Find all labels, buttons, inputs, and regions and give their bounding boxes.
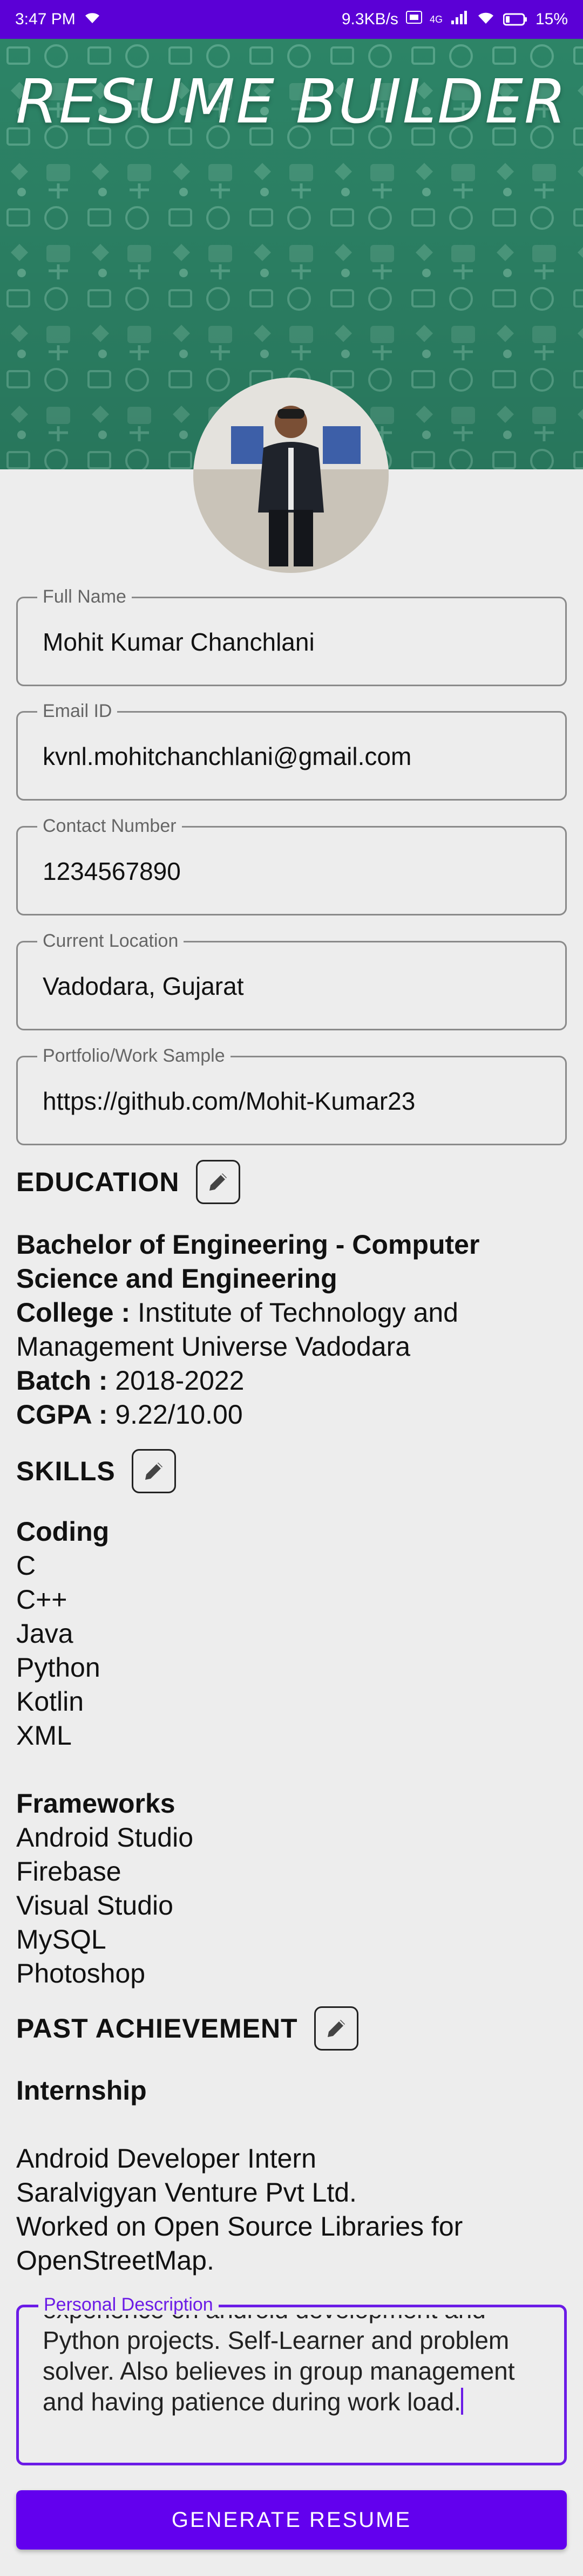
full-name-label: Full Name bbox=[37, 586, 132, 607]
framework-skill: Firebase bbox=[16, 1856, 121, 1887]
achievement-header: PAST ACHIEVEMENT bbox=[16, 2006, 358, 2051]
coding-skill: XML bbox=[16, 1720, 72, 1751]
coding-skill: Python bbox=[16, 1652, 100, 1683]
coding-title: Coding bbox=[16, 1516, 110, 1547]
generate-resume-button[interactable]: GENERATE RESUME bbox=[16, 2490, 567, 2550]
profile-avatar[interactable] bbox=[193, 378, 389, 573]
edit-education-button[interactable] bbox=[195, 1160, 240, 1204]
achievement-line: Worked on Open Source Libraries for Open… bbox=[16, 2211, 463, 2276]
portfolio-input[interactable]: https://github.com/Mohit-Kumar23 bbox=[43, 1087, 415, 1116]
location-input[interactable]: Vadodara, Gujarat bbox=[43, 972, 244, 1001]
portfolio-label: Portfolio/Work Sample bbox=[37, 1046, 231, 1067]
full-name-input[interactable]: Mohit Kumar Chanchlani bbox=[43, 627, 315, 657]
location-label: Current Location bbox=[37, 931, 184, 952]
education-title: EDUCATION bbox=[16, 1167, 180, 1197]
achievement-category: Internship bbox=[16, 2075, 147, 2106]
framework-skill: Photoshop bbox=[16, 1958, 146, 1989]
location-field[interactable]: Current Location Vadodara, Gujarat bbox=[16, 931, 567, 1030]
description-line: Python projects. Self-Learner and proble… bbox=[43, 2326, 510, 2354]
coding-skill: C bbox=[16, 1550, 36, 1581]
cgpa-label: CGPA : bbox=[16, 1399, 108, 1430]
batch-label: Batch : bbox=[16, 1365, 108, 1396]
coding-skill: C++ bbox=[16, 1584, 67, 1615]
education-degree: Bachelor of Engineering - Computer Scien… bbox=[16, 1229, 480, 1294]
contact-input[interactable]: 1234567890 bbox=[43, 857, 181, 886]
skills-details: Coding C C++ Java Python Kotlin XML Fram… bbox=[16, 1515, 567, 1991]
email-field[interactable]: Email ID kvnl.mohitchanchlani@gmail.com bbox=[16, 701, 567, 801]
wifi-icon bbox=[83, 10, 101, 29]
edit-skills-button[interactable] bbox=[131, 1449, 176, 1493]
achievement-title: PAST ACHIEVEMENT bbox=[16, 2013, 298, 2044]
volte-icon bbox=[405, 10, 422, 29]
achievement-line: Saralvigyan Venture Pvt Ltd. bbox=[16, 2177, 357, 2208]
portfolio-field[interactable]: Portfolio/Work Sample https://github.com… bbox=[16, 1046, 567, 1145]
achievement-line: Android Developer Intern bbox=[16, 2143, 316, 2174]
skills-title: SKILLS bbox=[16, 1456, 116, 1486]
batch-value: 2018-2022 bbox=[115, 1365, 245, 1396]
description-line: and having patience during work load. bbox=[43, 2388, 461, 2416]
personal-description-text: experience on android development and Py… bbox=[43, 2315, 545, 2417]
wifi-icon bbox=[476, 10, 496, 29]
battery-percent: 15% bbox=[535, 10, 568, 28]
skills-spacer bbox=[16, 1753, 567, 1787]
pencil-icon bbox=[209, 1173, 227, 1191]
full-name-field[interactable]: Full Name Mohit Kumar Chanchlani bbox=[16, 586, 567, 686]
description-line: experience on android development and bbox=[43, 2315, 545, 2325]
education-college: College : Institute of Technology and Ma… bbox=[16, 1296, 567, 1364]
personal-description-label: Personal Description bbox=[38, 2294, 219, 2315]
coding-skill: Java bbox=[16, 1618, 73, 1649]
cgpa-value: 9.22/10.00 bbox=[115, 1399, 243, 1430]
education-batch: Batch : 2018-2022 bbox=[16, 1364, 567, 1398]
status-left: 3:47 PM bbox=[15, 10, 101, 29]
description-line: solver. Also believes in group managemen… bbox=[43, 2357, 515, 2385]
pencil-icon bbox=[327, 2020, 345, 2037]
pencil-icon bbox=[145, 1463, 162, 1480]
framework-skill: Android Studio bbox=[16, 1822, 194, 1853]
text-cursor bbox=[460, 2388, 463, 2415]
education-header: EDUCATION bbox=[16, 1160, 240, 1204]
edit-achievement-button[interactable] bbox=[314, 2006, 358, 2051]
education-details: Bachelor of Engineering - Computer Scien… bbox=[16, 1228, 567, 1432]
email-input[interactable]: kvnl.mohitchanchlani@gmail.com bbox=[43, 742, 411, 771]
skills-header: SKILLS bbox=[16, 1449, 176, 1493]
network-type: 4G bbox=[429, 13, 443, 25]
email-label: Email ID bbox=[37, 701, 118, 722]
personal-description-field[interactable]: Personal Description experience on andro… bbox=[16, 2294, 567, 2465]
signal-icon bbox=[450, 10, 469, 29]
framework-skill: MySQL bbox=[16, 1924, 106, 1955]
framework-skill: Visual Studio bbox=[16, 1890, 173, 1921]
contact-field[interactable]: Contact Number 1234567890 bbox=[16, 816, 567, 915]
status-right: 9.3KB/s 4G 15% bbox=[342, 10, 568, 29]
status-time: 3:47 PM bbox=[15, 10, 76, 28]
achievement-details: Internship Android Developer Intern Sara… bbox=[16, 2074, 567, 2278]
coding-skill: Kotlin bbox=[16, 1686, 84, 1717]
frameworks-title: Frameworks bbox=[16, 1788, 175, 1819]
battery-icon bbox=[503, 12, 528, 26]
app-title: RESUME BUILDER bbox=[16, 67, 567, 137]
profile-photo bbox=[193, 378, 389, 573]
personal-description-input[interactable]: experience on android development and Py… bbox=[43, 2315, 545, 2437]
description-line-last: and having patience during work load. bbox=[43, 2387, 545, 2417]
contact-label: Contact Number bbox=[37, 816, 182, 837]
network-speed: 9.3KB/s bbox=[341, 10, 398, 28]
education-cgpa: CGPA : 9.22/10.00 bbox=[16, 1398, 567, 1432]
achievement-spacer bbox=[16, 2108, 567, 2142]
college-label: College : bbox=[16, 1297, 131, 1328]
status-bar: 3:47 PM 9.3KB/s 4G 15% bbox=[0, 0, 583, 39]
